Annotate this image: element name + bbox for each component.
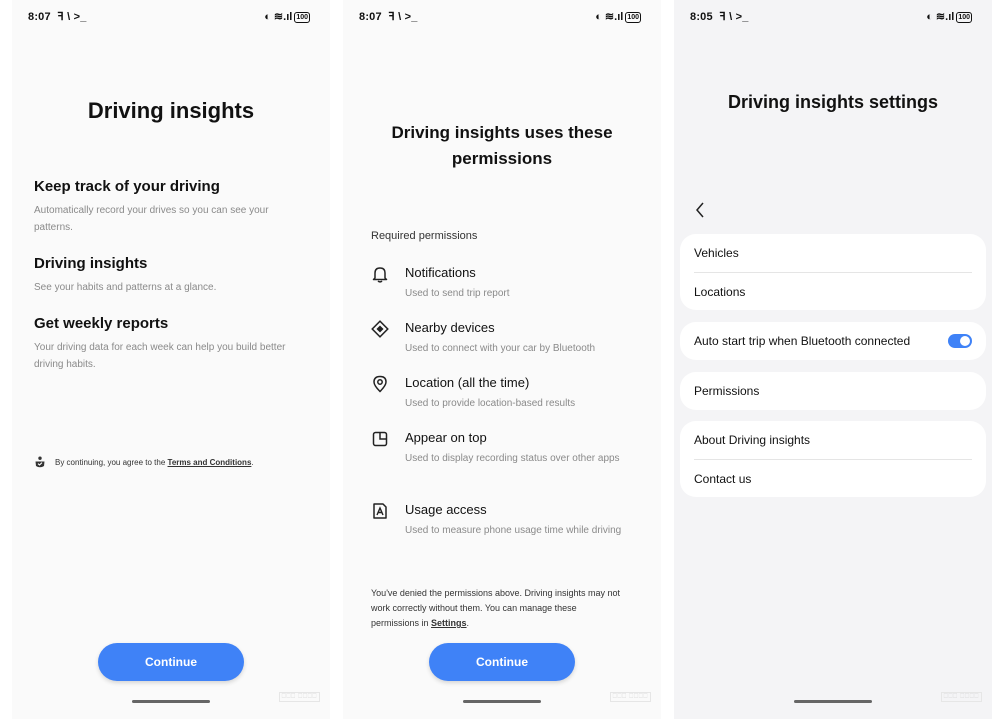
page-title: Driving insights uses these permissions xyxy=(391,123,613,168)
usage-access-icon xyxy=(373,503,387,519)
watermark: ⎕⎕⎕ ⎕⎕⎕⎕ xyxy=(940,692,982,702)
feature-description: Automatically record your drives so you … xyxy=(34,205,269,233)
terms-notice: By continuing, you agree to the Terms an… xyxy=(34,456,320,468)
permission-description: Used to measure phone usage time while d… xyxy=(405,525,622,536)
permission-description: Used to send trip report xyxy=(405,288,510,299)
status-time: 8:05 ꟻ \ >_ xyxy=(690,11,749,23)
battery-icon: 100 xyxy=(294,12,310,23)
settings-link[interactable]: Settings xyxy=(431,618,467,628)
appear-on-top-icon xyxy=(372,431,388,447)
welcome-screen: 8:07 ꟻ \ >_ ◐ ≋.ıl 100 Driving insights K… xyxy=(12,0,330,719)
watermark: ⎕⎕⎕ ⎕⎕⎕⎕ xyxy=(278,692,320,702)
permission-description: Used to provide location-based results xyxy=(405,398,576,409)
toggle-knob xyxy=(960,336,970,346)
required-permissions-label: Required permissions xyxy=(371,230,478,242)
denied-notice: You've denied the permissions above. Dri… xyxy=(371,588,621,628)
home-indicator[interactable] xyxy=(794,700,872,703)
permission-description: Used to connect with your car by Bluetoo… xyxy=(405,343,596,354)
status-bar: 8:07 ꟻ \ >_ ◐ ≋.ıl 100 xyxy=(12,10,330,26)
auto-start-toggle[interactable] xyxy=(948,334,972,348)
continue-button[interactable]: Continue xyxy=(429,643,575,681)
permission-title: Usage access xyxy=(405,502,487,517)
permission-title: Notifications xyxy=(405,265,476,280)
feature-title: Keep track of your driving xyxy=(34,178,220,195)
status-icons: ◐ ≋.ıl 100 xyxy=(264,11,310,23)
settings-item-auto-start[interactable]: Auto start trip when Bluetooth connected xyxy=(694,334,926,348)
settings-card-data: Vehicles Locations xyxy=(680,234,986,310)
feature-item: Get weekly reports Your driving data for… xyxy=(34,315,308,373)
settings-card-about: About Driving insights Contact us xyxy=(680,421,986,497)
permissions-screen: 8:07 ꟻ \ >_ ◐ ≋.ıl 100 Driving insights u… xyxy=(343,0,661,719)
back-arrow-icon[interactable] xyxy=(694,201,706,219)
feature-item: Keep track of your driving Automatically… xyxy=(34,178,308,236)
status-time: 8:07 ꟻ \ >_ xyxy=(359,11,418,23)
location-pin-icon xyxy=(373,375,387,393)
permission-title: Location (all the time) xyxy=(405,375,530,390)
page-title: Driving insights settings xyxy=(727,92,939,112)
settings-card-permissions: Permissions xyxy=(680,372,986,410)
settings-item-locations[interactable]: Locations xyxy=(694,285,972,299)
settings-item-contact[interactable]: Contact us xyxy=(694,472,972,486)
home-indicator[interactable] xyxy=(463,700,541,703)
feature-title: Driving insights xyxy=(34,255,148,272)
feature-item: Driving insights See your habits and pat… xyxy=(34,255,308,296)
page-title: Driving insights xyxy=(87,98,255,123)
watermark: ⎕⎕⎕ ⎕⎕⎕⎕ xyxy=(609,692,651,702)
home-indicator[interactable] xyxy=(132,700,210,703)
privacy-icon xyxy=(35,456,45,468)
continue-button[interactable]: Continue xyxy=(98,643,244,681)
status-icons: ◐ ≋.ıl 100 xyxy=(926,11,972,23)
permission-title: Appear on top xyxy=(405,430,487,445)
divider xyxy=(694,459,972,460)
battery-icon: 100 xyxy=(625,12,641,23)
feature-description: Your driving data for each week can help… xyxy=(34,342,286,370)
permission-description: Used to display recording status over ot… xyxy=(405,453,620,464)
feature-title: Get weekly reports xyxy=(34,315,169,332)
status-icons: ◐ ≋.ıl 100 xyxy=(595,11,641,23)
permission-title: Nearby devices xyxy=(405,320,495,335)
divider xyxy=(694,272,972,273)
settings-item-about[interactable]: About Driving insights xyxy=(694,433,972,447)
bell-icon xyxy=(372,267,388,283)
battery-icon: 100 xyxy=(956,12,972,23)
settings-item-vehicles[interactable]: Vehicles xyxy=(694,246,972,260)
settings-screen: 8:05 ꟻ \ >_ ◐ ≋.ıl 100 Driving insights s… xyxy=(674,0,992,719)
feature-description: See your habits and patterns at a glance… xyxy=(34,282,217,293)
status-bar: 8:07 ꟻ \ >_ ◐ ≋.ıl 100 xyxy=(343,10,661,26)
nearby-devices-icon xyxy=(371,320,389,338)
settings-card-auto-start: Auto start trip when Bluetooth connected xyxy=(680,322,986,360)
settings-item-permissions[interactable]: Permissions xyxy=(694,384,972,398)
status-time: 8:07 ꟻ \ >_ xyxy=(28,11,87,23)
status-bar: 8:05 ꟻ \ >_ ◐ ≋.ıl 100 xyxy=(674,10,992,26)
terms-link[interactable]: Terms and Conditions xyxy=(168,458,252,467)
